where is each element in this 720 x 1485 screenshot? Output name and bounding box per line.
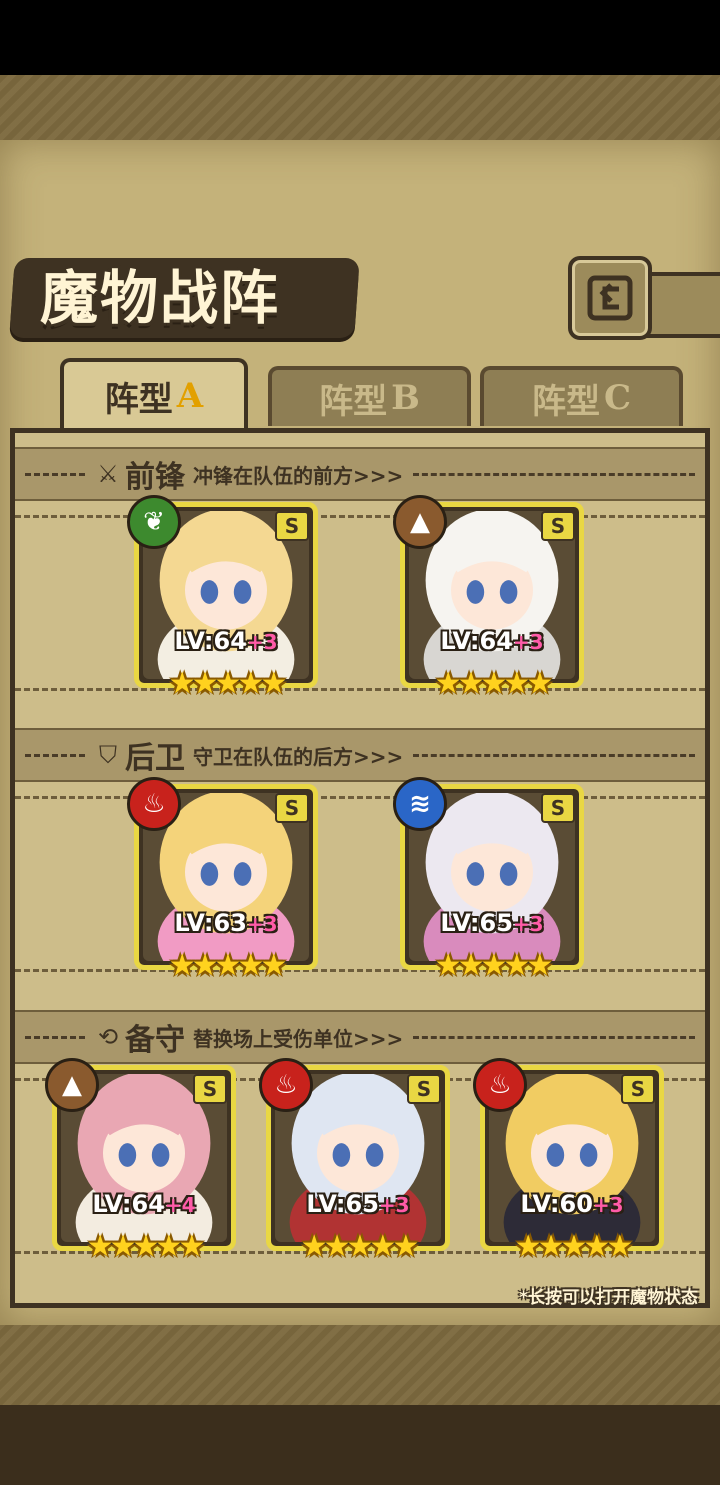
level-value: LV:60	[520, 1190, 593, 1218]
rank-badge: S	[541, 511, 575, 541]
fire-element-icon: ♨	[127, 777, 181, 831]
level-label: LV:65+3	[271, 1190, 445, 1218]
earth-element-icon: ▲	[393, 495, 447, 549]
level-plus: +3	[512, 630, 544, 654]
monster-card-reserve-1[interactable]: S ▲ LV:64+4 ★★★★★	[45, 1058, 236, 1264]
back-button-extension	[644, 272, 720, 338]
section-title: 前锋	[125, 460, 185, 495]
level-label: LV:64+3	[139, 627, 313, 655]
section-back-header: ⛉ 后卫 守卫在队伍的后方>>>	[15, 728, 705, 782]
back-arrow-icon	[587, 275, 633, 321]
section-desc: 守卫在队伍的后方>>>	[193, 744, 404, 769]
level-value: LV:64	[92, 1190, 165, 1218]
level-label: LV:64+4	[57, 1190, 231, 1218]
front-row-track	[15, 515, 705, 691]
level-plus: +3	[378, 1193, 410, 1217]
earth-element-icon: ▲	[45, 1058, 99, 1112]
tab-suffix: A	[176, 376, 204, 416]
star-rating: ★★★★★	[300, 1229, 419, 1264]
tab-suffix: B	[391, 378, 420, 418]
rank-badge: S	[193, 1074, 227, 1104]
back-row-track	[15, 796, 705, 972]
tab-label: 阵型	[531, 381, 600, 422]
rank-badge: S	[407, 1074, 441, 1104]
star-rating: ★★★★★	[168, 948, 287, 983]
star-rating: ★★★★★	[434, 948, 553, 983]
page-title: 魔物战阵	[40, 264, 281, 332]
level-value: LV:64	[174, 627, 247, 655]
section-title: 后卫	[125, 741, 185, 776]
tab-suffix: C	[603, 378, 632, 418]
level-plus: +4	[164, 1193, 196, 1217]
long-press-hint: *长按可以打开魔物状态	[519, 1288, 698, 1308]
level-label: LV:64+3	[405, 627, 579, 655]
tab-label: 阵型	[104, 379, 173, 420]
section-front-header: ⚔ 前锋 冲锋在队伍的前方>>>	[15, 447, 705, 501]
level-plus: +3	[246, 630, 278, 654]
sword-icon: ⚔	[97, 460, 119, 488]
level-plus: +3	[512, 912, 544, 936]
section-desc: 替换场上受伤单位>>>	[193, 1026, 404, 1051]
formation-tabs: 阵型 A 阵型 B 阵型 C	[10, 350, 715, 430]
level-value: LV:64	[440, 627, 513, 655]
star-rating: ★★★★★	[168, 666, 287, 701]
level-plus: +3	[592, 1193, 624, 1217]
monster-card-reserve-3[interactable]: S ♨ LV:60+3 ★★★★★	[473, 1058, 664, 1264]
back-button[interactable]	[568, 256, 652, 340]
section-reserve-header: ⟲ 备守 替换场上受伤单位>>>	[15, 1010, 705, 1064]
monster-card-back-1[interactable]: S ♨ LV:63+3 ★★★★★	[127, 777, 318, 983]
monster-card-front-2[interactable]: S ▲ LV:64+3 ★★★★★	[393, 495, 584, 701]
section-title: 备守	[125, 1023, 185, 1058]
star-rating: ★★★★★	[86, 1229, 205, 1264]
swap-icon: ⟲	[97, 1023, 119, 1051]
monster-card-front-1[interactable]: S ❦ LV:64+3 ★★★★★	[127, 495, 318, 701]
level-label: LV:65+3	[405, 909, 579, 937]
tab-label: 阵型	[319, 381, 388, 422]
rank-badge: S	[621, 1074, 655, 1104]
level-value: LV:65	[440, 909, 513, 937]
level-label: LV:60+3	[485, 1190, 659, 1218]
tab-formation-a[interactable]: 阵型 A	[60, 358, 248, 430]
tab-formation-c[interactable]: 阵型 C	[480, 366, 683, 426]
water-element-icon: ≋	[393, 777, 447, 831]
shield-icon: ⛉	[99, 741, 117, 769]
rank-badge: S	[275, 793, 309, 823]
rank-badge: S	[541, 793, 575, 823]
tab-formation-b[interactable]: 阵型 B	[268, 366, 471, 426]
level-label: LV:63+3	[139, 909, 313, 937]
star-rating: ★★★★★	[434, 666, 553, 701]
fire-element-icon: ♨	[473, 1058, 527, 1112]
section-desc: 冲锋在队伍的前方>>>	[193, 463, 404, 488]
level-value: LV:65	[306, 1190, 379, 1218]
level-value: LV:63	[174, 909, 247, 937]
leaf-element-icon: ❦	[127, 495, 181, 549]
rank-badge: S	[275, 511, 309, 541]
level-plus: +3	[246, 912, 278, 936]
fire-element-icon: ♨	[259, 1058, 313, 1112]
monster-card-back-2[interactable]: S ≋ LV:65+3 ★★★★★	[393, 777, 584, 983]
star-rating: ★★★★★	[514, 1229, 633, 1264]
monster-card-reserve-2[interactable]: S ♨ LV:65+3 ★★★★★	[259, 1058, 450, 1264]
